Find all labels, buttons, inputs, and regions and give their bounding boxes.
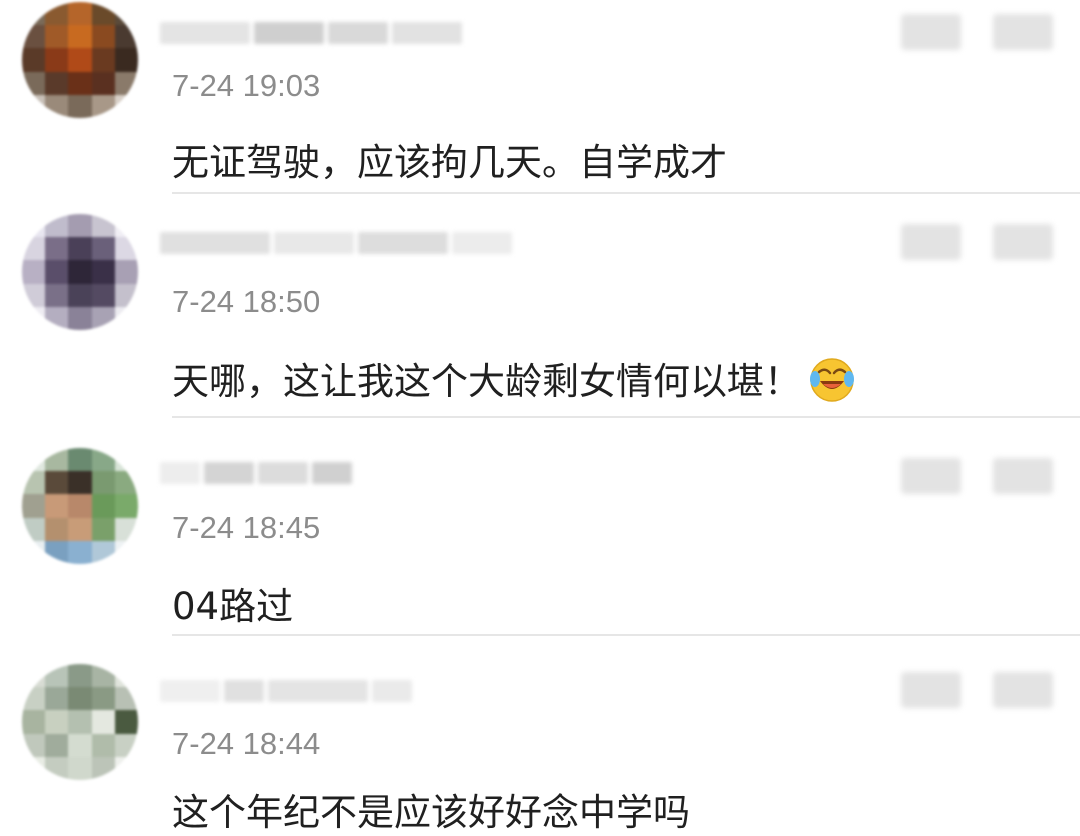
- reply-button[interactable]: [992, 454, 1054, 498]
- comment-text: 天哪，这让我这个大龄剩女情何以堪！: [172, 351, 855, 405]
- like-button[interactable]: [900, 454, 962, 498]
- comment-timestamp: 7-24 18:45: [172, 510, 321, 545]
- comment-icon: [993, 458, 1053, 494]
- comment-timestamp: 7-24 18:50: [172, 284, 321, 319]
- comment-text-content: 这个年纪不是应该好好念中学吗: [172, 791, 690, 834]
- reply-button[interactable]: [992, 220, 1054, 264]
- like-button[interactable]: [900, 668, 962, 712]
- comment-icon: [993, 224, 1053, 260]
- like-button[interactable]: [900, 220, 962, 264]
- comment-icon: [993, 672, 1053, 708]
- username-blurred[interactable]: [160, 18, 466, 48]
- comment-text-content: 天哪，这让我这个大龄剩女情何以堪！: [172, 360, 801, 403]
- avatar[interactable]: [22, 2, 138, 118]
- like-button[interactable]: [900, 10, 962, 54]
- like-icon: [901, 458, 961, 494]
- comment-item: 7-24 19:03 无证驾驶，应该拘几天。自学成才: [0, 0, 1080, 194]
- comment-timestamp: 7-24 19:03: [172, 68, 321, 103]
- avatar[interactable]: [22, 214, 138, 330]
- username-blurred[interactable]: [160, 458, 356, 488]
- comment-text: 04路过: [172, 576, 293, 630]
- comment-list: 7-24 19:03 无证驾驶，应该拘几天。自学成才 7-24 18:50 天哪…: [0, 0, 1080, 836]
- reply-button[interactable]: [992, 668, 1054, 712]
- comment-item: 7-24 18:44 这个年纪不是应该好好念中学吗: [0, 636, 1080, 836]
- comment-item: 7-24 18:50 天哪，这让我这个大龄剩女情何以堪！: [0, 194, 1080, 418]
- username-blurred[interactable]: [160, 676, 416, 706]
- avatar[interactable]: [22, 664, 138, 780]
- comment-text: 这个年纪不是应该好好念中学吗: [172, 782, 690, 836]
- comment-text: 无证驾驶，应该拘几天。自学成才: [172, 132, 727, 186]
- reply-button[interactable]: [992, 10, 1054, 54]
- comment-item: 7-24 18:45 04路过: [0, 418, 1080, 636]
- like-icon: [901, 14, 961, 50]
- username-blurred[interactable]: [160, 228, 516, 258]
- laughing-crying-emoji-icon: [810, 357, 854, 402]
- comment-icon: [993, 14, 1053, 50]
- comment-timestamp: 7-24 18:44: [172, 726, 321, 761]
- like-icon: [901, 672, 961, 708]
- comment-text-content: 无证驾驶，应该拘几天。自学成才: [172, 141, 727, 184]
- avatar[interactable]: [22, 448, 138, 564]
- comment-text-content: 04路过: [172, 585, 294, 628]
- like-icon: [901, 224, 961, 260]
